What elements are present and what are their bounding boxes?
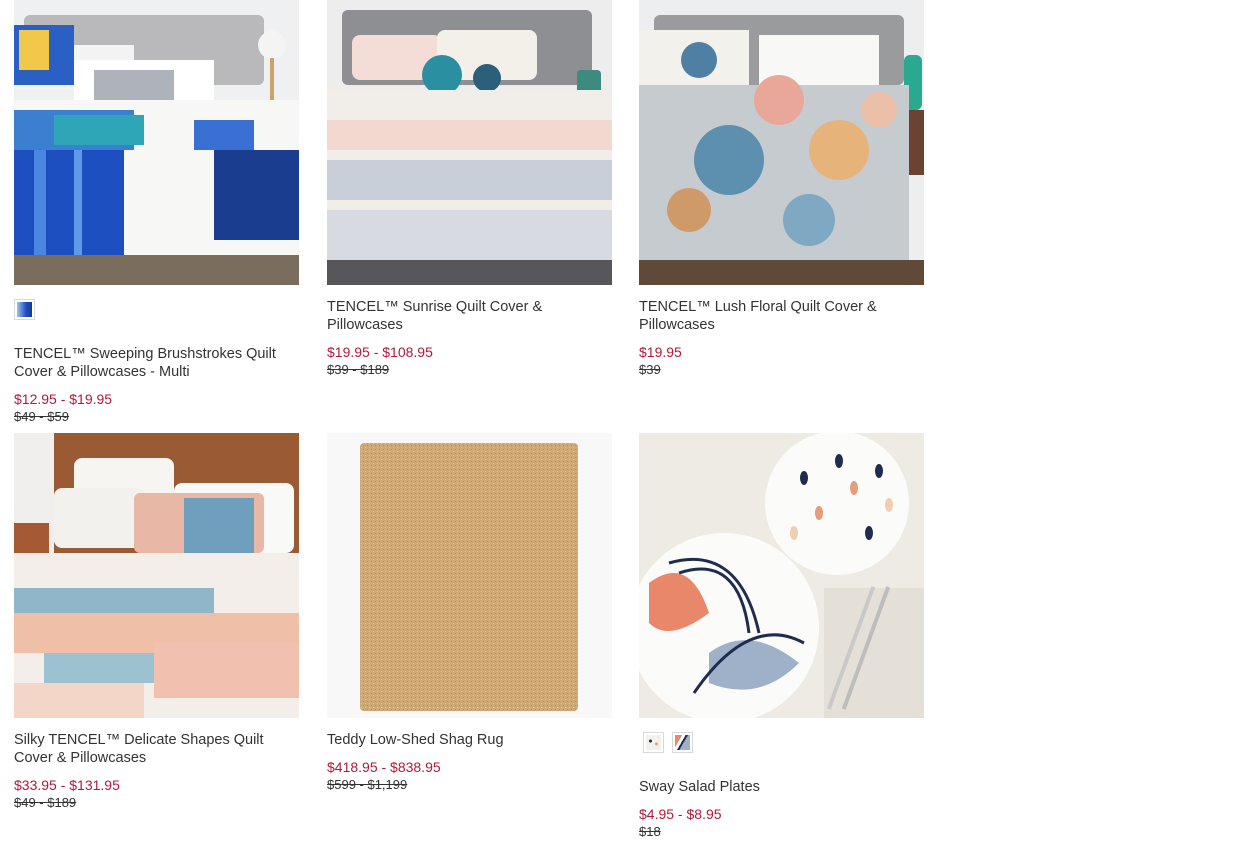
product-card: TENCEL™ Sunrise Quilt Cover & Pillowcase… — [327, 0, 612, 379]
product-image-brushstrokes[interactable] — [14, 0, 299, 285]
product-name-link[interactable]: TENCEL™ Sunrise Quilt Cover & Pillowcase… — [327, 298, 612, 334]
product-name-link[interactable]: TENCEL™ Sweeping Brushstrokes Quilt Cove… — [14, 345, 299, 381]
product-image-salad-plates[interactable] — [639, 433, 924, 718]
product-image-shag-rug[interactable] — [327, 433, 612, 718]
product-photo — [639, 0, 924, 285]
product-image-sunrise[interactable] — [327, 0, 612, 285]
color-swatches — [639, 732, 924, 755]
sale-price: $4.95 - $8.95 — [639, 806, 722, 822]
regular-price: $49 - $189 — [14, 795, 77, 810]
sale-price: $12.95 - $19.95 — [14, 391, 113, 407]
regular-price: $18 — [639, 824, 661, 839]
regular-price: $49 - $59 — [14, 409, 69, 424]
product-card: Silky TENCEL™ Delicate Shapes Quilt Cove… — [14, 433, 299, 812]
swatch-brushstroke[interactable] — [14, 299, 35, 320]
product-name-link[interactable]: TENCEL™ Lush Floral Quilt Cover & Pillow… — [639, 298, 924, 334]
product-name-link[interactable]: Sway Salad Plates — [639, 778, 924, 796]
product-name-link[interactable]: Teddy Low-Shed Shag Rug — [327, 731, 612, 749]
product-photo — [639, 433, 924, 718]
sale-price: $19.95 - $108.95 — [327, 344, 433, 360]
product-card: Sway Salad Plates $4.95 - $8.95 $18 — [639, 433, 924, 841]
swatch-fill — [646, 735, 661, 750]
regular-price: $39 - $189 — [327, 362, 390, 377]
product-card: Teddy Low-Shed Shag Rug $418.95 - $838.9… — [327, 433, 612, 794]
product-image-delicate-shapes[interactable] — [14, 433, 299, 718]
product-photo — [327, 0, 612, 285]
product-card: TENCEL™ Sweeping Brushstrokes Quilt Cove… — [14, 0, 299, 426]
product-name-link[interactable]: Silky TENCEL™ Delicate Shapes Quilt Cove… — [14, 731, 299, 767]
swatch-fill — [17, 302, 32, 317]
regular-price: $599 - $1,199 — [327, 777, 408, 792]
product-photo — [14, 433, 299, 718]
color-swatches — [14, 299, 299, 322]
sale-price: $418.95 - $838.95 — [327, 759, 441, 775]
product-card: TENCEL™ Lush Floral Quilt Cover & Pillow… — [639, 0, 924, 379]
sale-price: $33.95 - $131.95 — [14, 777, 120, 793]
sale-price: $19.95 — [639, 344, 682, 360]
product-photo — [14, 0, 299, 285]
swatch-arcs[interactable] — [672, 732, 693, 753]
product-image-lush-floral[interactable] — [639, 0, 924, 285]
product-photo — [327, 433, 612, 718]
swatch-dots[interactable] — [643, 732, 664, 753]
regular-price: $39 — [639, 362, 661, 377]
swatch-fill — [675, 735, 690, 750]
